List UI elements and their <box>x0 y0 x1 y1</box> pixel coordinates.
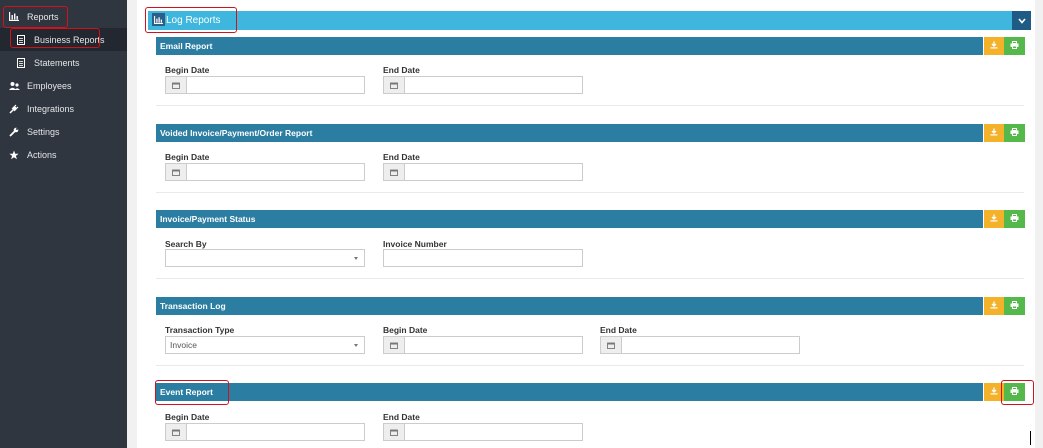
calendar-icon <box>166 164 187 180</box>
bar-chart-icon <box>152 13 165 26</box>
email-report-header: Email Report <box>156 37 983 55</box>
transaction-type-value: Invoice <box>170 340 197 350</box>
print-icon <box>1010 387 1019 397</box>
transaction-end-date-label: End Date <box>600 325 637 335</box>
email-report-print-button[interactable] <box>1004 37 1025 55</box>
email-begin-date-input[interactable] <box>165 76 365 94</box>
download-icon <box>990 387 998 397</box>
voided-end-date-input[interactable] <box>383 163 583 181</box>
print-icon <box>1010 214 1019 224</box>
divider <box>156 278 1024 279</box>
event-end-date-input[interactable] <box>383 423 583 441</box>
text-cursor <box>1030 431 1031 445</box>
divider <box>156 365 1024 366</box>
invoice-number-label: Invoice Number <box>383 239 447 249</box>
event-begin-date-label: Begin Date <box>165 412 210 422</box>
voided-report-download-button[interactable] <box>984 124 1004 142</box>
transaction-end-date-input[interactable] <box>600 336 800 354</box>
invoice-status-download-button[interactable] <box>984 210 1004 228</box>
email-report-download-button[interactable] <box>984 37 1004 55</box>
star-icon <box>7 148 21 162</box>
print-icon <box>1010 41 1019 51</box>
sidebar-item-reports[interactable]: Reports <box>0 5 127 28</box>
transaction-log-print-button[interactable] <box>1004 297 1025 315</box>
transaction-begin-date-label: Begin Date <box>383 325 428 335</box>
sidebar-item-actions[interactable]: Actions <box>0 143 127 166</box>
document-icon <box>14 56 28 70</box>
chevron-down-icon <box>1017 16 1026 26</box>
sidebar-item-label: Statements <box>34 57 80 68</box>
transaction-log-header: Transaction Log <box>156 297 983 315</box>
sidebar-item-label: Settings <box>27 126 60 137</box>
document-icon <box>14 33 28 47</box>
log-reports-header <box>148 11 1031 30</box>
email-begin-date-label: Begin Date <box>165 65 210 75</box>
transaction-type-select[interactable]: Invoice <box>165 336 365 354</box>
sidebar-item-integrations[interactable]: Integrations <box>0 97 127 120</box>
sidebar-item-settings[interactable]: Settings <box>0 120 127 143</box>
caret-down-icon <box>354 344 358 347</box>
divider <box>156 192 1024 193</box>
invoice-status-print-button[interactable] <box>1004 210 1025 228</box>
event-report-print-button[interactable] <box>1004 383 1025 401</box>
sidebar-item-label: Integrations <box>27 103 75 114</box>
voided-begin-date-label: Begin Date <box>165 152 210 162</box>
page-title: Log Reports <box>166 15 221 26</box>
print-icon <box>1010 128 1019 138</box>
sidebar-item-label: Business Reports <box>34 34 105 45</box>
sidebar-item-label: Reports <box>27 11 59 22</box>
download-icon <box>990 128 998 138</box>
collapse-button[interactable] <box>1012 11 1031 30</box>
download-icon <box>990 41 998 51</box>
calendar-icon <box>384 164 405 180</box>
calendar-icon <box>384 424 405 440</box>
sidebar-item-statements[interactable]: Statements <box>0 51 127 74</box>
voided-end-date-label: End Date <box>383 152 420 162</box>
calendar-icon <box>601 337 622 353</box>
caret-down-icon <box>354 257 358 260</box>
users-icon <box>7 79 21 93</box>
voided-report-print-button[interactable] <box>1004 124 1025 142</box>
event-end-date-label: End Date <box>383 412 420 422</box>
email-end-date-label: End Date <box>383 65 420 75</box>
calendar-icon <box>166 77 187 93</box>
voided-report-header: Voided Invoice/Payment/Order Report <box>156 124 983 142</box>
plug-icon <box>7 102 21 116</box>
bar-chart-icon <box>7 10 21 24</box>
sidebar: Reports Business Reports Statements Empl… <box>0 0 127 448</box>
invoice-status-header: Invoice/Payment Status <box>156 210 983 228</box>
event-report-download-button[interactable] <box>984 383 1004 401</box>
divider <box>156 105 1024 106</box>
transaction-type-label: Transaction Type <box>165 325 235 335</box>
sidebar-item-label: Employees <box>27 80 72 91</box>
transaction-log-download-button[interactable] <box>984 297 1004 315</box>
sidebar-item-employees[interactable]: Employees <box>0 74 127 97</box>
print-icon <box>1010 301 1019 311</box>
transaction-begin-date-input[interactable] <box>383 336 583 354</box>
calendar-icon <box>384 337 405 353</box>
search-by-label: Search By <box>165 239 207 249</box>
calendar-icon <box>384 77 405 93</box>
download-icon <box>990 214 998 224</box>
event-report-header: Event Report <box>156 383 983 401</box>
download-icon <box>990 301 998 311</box>
search-by-select[interactable] <box>165 249 365 267</box>
voided-begin-date-input[interactable] <box>165 163 365 181</box>
wrench-icon <box>7 125 21 139</box>
email-end-date-input[interactable] <box>383 76 583 94</box>
invoice-number-input[interactable] <box>383 249 583 267</box>
calendar-icon <box>166 424 187 440</box>
sidebar-item-label: Actions <box>27 149 57 160</box>
sidebar-item-business-reports[interactable]: Business Reports <box>0 28 127 51</box>
event-begin-date-input[interactable] <box>165 423 365 441</box>
